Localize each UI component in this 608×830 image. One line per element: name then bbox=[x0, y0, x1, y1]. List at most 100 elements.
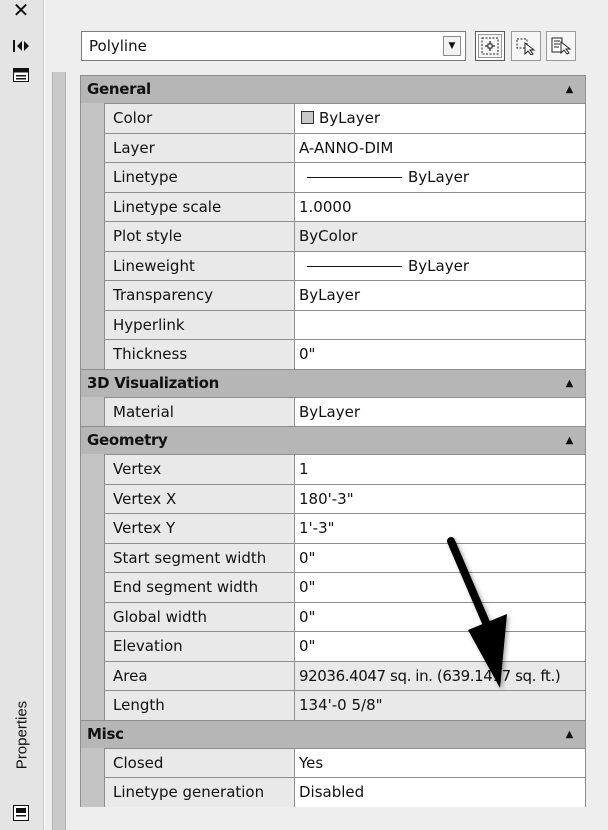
property-value[interactable]: Disabled bbox=[294, 777, 586, 807]
row-gutter bbox=[80, 601, 104, 631]
property-row-color[interactable]: Color ByLayer bbox=[80, 103, 586, 133]
section-header-general[interactable]: General ▲ bbox=[80, 75, 586, 103]
row-gutter bbox=[80, 454, 104, 484]
palette-title: Properties bbox=[13, 700, 31, 770]
property-name: Lineweight bbox=[104, 250, 294, 280]
property-value[interactable]: 0" bbox=[294, 542, 586, 572]
property-row-vertex[interactable]: Vertex 1 bbox=[80, 454, 586, 484]
property-value: 134'-0 5/8" bbox=[294, 690, 586, 720]
property-row-end-segment-width[interactable]: End segment width 0" bbox=[80, 572, 586, 602]
collapse-arrow-icon[interactable]: ▲ bbox=[566, 76, 574, 103]
property-value[interactable]: A-ANNO-DIM bbox=[294, 132, 586, 162]
palette-properties-icon[interactable] bbox=[10, 803, 32, 823]
property-value[interactable]: ByColor bbox=[294, 221, 586, 251]
properties-grid: General ▲ Color ByLayer Layer A-ANNO-DIM Li… bbox=[80, 75, 586, 807]
row-gutter bbox=[80, 396, 104, 426]
property-value[interactable]: ByLayer bbox=[294, 103, 586, 133]
row-gutter bbox=[80, 483, 104, 513]
property-row-linetype-scale[interactable]: Linetype scale 1.0000 bbox=[80, 191, 586, 221]
collapse-arrow-icon[interactable]: ▲ bbox=[566, 370, 574, 397]
object-type-dropdown[interactable]: Polyline ▼ bbox=[81, 31, 466, 61]
property-value[interactable]: 1 bbox=[294, 454, 586, 484]
property-value[interactable]: Yes bbox=[294, 747, 586, 777]
section-title: Misc bbox=[87, 724, 124, 743]
property-value[interactable]: ByLayer bbox=[294, 396, 586, 426]
property-value[interactable]: 0" bbox=[294, 631, 586, 661]
row-gutter bbox=[80, 747, 104, 777]
dropdown-arrow-icon[interactable]: ▼ bbox=[443, 36, 461, 56]
property-name: Vertex X bbox=[104, 483, 294, 513]
row-gutter bbox=[80, 572, 104, 602]
quick-select-icon[interactable] bbox=[475, 31, 505, 61]
settings-icon[interactable] bbox=[10, 65, 32, 85]
property-value[interactable]: 0" bbox=[294, 572, 586, 602]
property-row-material[interactable]: Material ByLayer bbox=[80, 396, 586, 426]
row-gutter bbox=[80, 660, 104, 690]
property-row-linetype-generation[interactable]: Linetype generation Disabled bbox=[80, 777, 586, 807]
lineweight-sample-icon bbox=[307, 265, 402, 267]
property-row-vertex-y[interactable]: Vertex Y 1'-3" bbox=[80, 513, 586, 543]
section-title: Geometry bbox=[87, 431, 168, 449]
row-gutter bbox=[80, 221, 104, 251]
property-row-vertex-x[interactable]: Vertex X 180'-3" bbox=[80, 483, 586, 513]
property-value[interactable]: ByLayer bbox=[294, 162, 586, 192]
property-row-elevation[interactable]: Elevation 0" bbox=[80, 631, 586, 661]
property-name: Length bbox=[104, 690, 294, 720]
row-gutter bbox=[80, 280, 104, 310]
row-gutter bbox=[80, 191, 104, 221]
property-name: Color bbox=[104, 103, 294, 133]
row-gutter bbox=[80, 542, 104, 572]
section-title: 3D Visualization bbox=[87, 373, 219, 392]
property-row-lineweight[interactable]: Lineweight ByLayer bbox=[80, 250, 586, 280]
property-row-plot-style[interactable]: Plot style ByColor bbox=[80, 221, 586, 251]
property-row-linetype[interactable]: Linetype ByLayer bbox=[80, 162, 586, 192]
property-name: Area bbox=[104, 660, 294, 690]
row-gutter bbox=[80, 309, 104, 339]
selected-object-type: Polyline bbox=[89, 37, 147, 55]
autohide-icon[interactable] bbox=[10, 36, 32, 56]
property-row-length[interactable]: Length 134'-0 5/8" bbox=[80, 690, 586, 720]
section-header-misc[interactable]: Misc ▲ bbox=[80, 719, 586, 748]
property-value[interactable]: ByLayer bbox=[294, 280, 586, 310]
property-row-start-segment-width[interactable]: Start segment width 0" bbox=[80, 542, 586, 572]
property-name: Material bbox=[104, 396, 294, 426]
section-header-3d-visualization[interactable]: 3D Visualization ▲ bbox=[80, 368, 586, 397]
collapse-arrow-icon[interactable]: ▲ bbox=[566, 427, 574, 454]
collapse-arrow-icon[interactable]: ▲ bbox=[566, 721, 574, 748]
vertical-scrollbar[interactable] bbox=[52, 72, 66, 830]
row-gutter bbox=[80, 777, 104, 807]
property-name: Linetype bbox=[104, 162, 294, 192]
property-row-closed[interactable]: Closed Yes bbox=[80, 747, 586, 777]
pickadd-icon[interactable] bbox=[546, 31, 576, 61]
property-row-transparency[interactable]: Transparency ByLayer bbox=[80, 280, 586, 310]
property-value: 92036.4047 sq. in. (639.1417 sq. ft.) bbox=[294, 660, 586, 690]
property-name: Global width bbox=[104, 601, 294, 631]
row-gutter bbox=[80, 132, 104, 162]
property-row-layer[interactable]: Layer A-ANNO-DIM bbox=[80, 132, 586, 162]
property-value[interactable]: 1'-3" bbox=[294, 513, 586, 543]
property-value[interactable] bbox=[294, 309, 586, 339]
row-gutter bbox=[80, 103, 104, 133]
property-name: Hyperlink bbox=[104, 309, 294, 339]
select-objects-icon[interactable] bbox=[511, 31, 541, 61]
property-row-area[interactable]: Area 92036.4047 sq. in. (639.1417 sq. ft.… bbox=[80, 660, 586, 690]
property-value[interactable]: 0" bbox=[294, 601, 586, 631]
property-name: End segment width bbox=[104, 572, 294, 602]
property-name: Vertex Y bbox=[104, 513, 294, 543]
row-gutter bbox=[80, 513, 104, 543]
property-row-hyperlink[interactable]: Hyperlink bbox=[80, 309, 586, 339]
row-gutter bbox=[80, 690, 104, 720]
close-icon[interactable]: ✕ bbox=[10, 0, 32, 20]
property-value[interactable]: 1.0000 bbox=[294, 191, 586, 221]
property-value[interactable]: 0" bbox=[294, 339, 586, 369]
property-value-text: ByLayer bbox=[408, 256, 469, 275]
section-header-geometry[interactable]: Geometry ▲ bbox=[80, 426, 586, 454]
property-row-global-width[interactable]: Global width 0" bbox=[80, 601, 586, 631]
property-value[interactable]: ByLayer bbox=[294, 250, 586, 280]
property-name: Thickness bbox=[104, 339, 294, 369]
row-gutter bbox=[80, 631, 104, 661]
property-name: Start segment width bbox=[104, 542, 294, 572]
property-name: Plot style bbox=[104, 221, 294, 251]
property-row-thickness[interactable]: Thickness 0" bbox=[80, 339, 586, 369]
property-value[interactable]: 180'-3" bbox=[294, 483, 586, 513]
